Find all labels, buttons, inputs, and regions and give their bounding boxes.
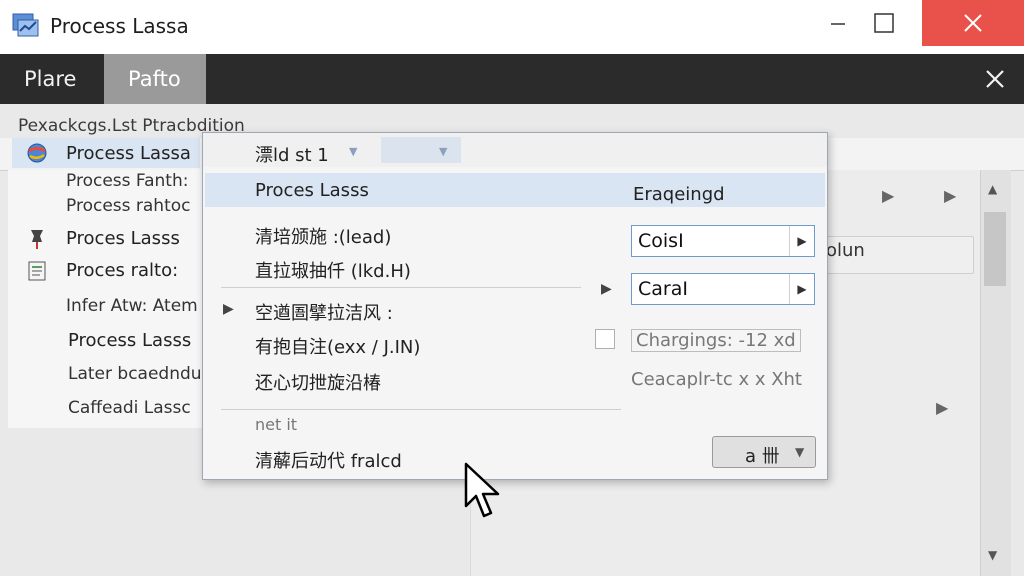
combo-field-value: CaraI — [638, 278, 688, 300]
menu-item[interactable]: 空遒圄擘拉洁风 : — [255, 299, 393, 325]
globe-icon — [27, 143, 47, 163]
right-arrow-icon[interactable]: ▶ — [936, 398, 948, 417]
tab-close-button[interactable] — [980, 64, 1010, 94]
menu-item[interactable]: 清培颁施 :(lead) — [255, 223, 391, 249]
menu-item[interactable]: 有抱自注(exx / J.IN) — [255, 333, 420, 359]
tab-bar: Plare Pafto — [0, 54, 1024, 104]
list-item[interactable]: Process Fanth: — [66, 171, 188, 191]
menu-item[interactable]: 还心切抴旋沿椿 — [255, 369, 381, 395]
tab-pafto[interactable]: Pafto — [104, 54, 206, 104]
close-icon — [986, 70, 1004, 88]
chevron-right-icon[interactable]: ▶ — [789, 274, 814, 304]
mouse-cursor-icon — [464, 462, 500, 518]
list-item[interactable]: Proces Lasss — [66, 228, 180, 249]
menu-header-label: 漂ld st 1 — [255, 145, 329, 166]
document-icon — [28, 261, 46, 281]
list-item[interactable]: Proces ralto: — [66, 260, 178, 281]
submenu-arrow-icon[interactable]: ▶ — [601, 281, 612, 297]
chevron-down-icon[interactable]: ▼ — [349, 145, 357, 158]
close-button[interactable] — [922, 0, 1024, 46]
chevron-down-icon[interactable]: ▼ — [439, 145, 447, 158]
minimize-icon — [831, 23, 845, 25]
menu-separator — [221, 409, 621, 410]
list-item[interactable]: Caffeadi Lassc — [68, 398, 191, 418]
chevron-right-icon[interactable]: ▶ — [789, 226, 814, 256]
menu-item[interactable]: Proces Lasss — [255, 180, 369, 201]
right-arrow-icon[interactable]: ▶ — [944, 186, 956, 205]
list-item[interactable]: Process Lasss — [68, 330, 191, 351]
submenu-arrow-icon[interactable]: ▶ — [223, 301, 234, 317]
scroll-down-icon[interactable]: ▼ — [988, 548, 997, 562]
pin-icon — [31, 230, 43, 249]
menu-item[interactable]: 直拉琡抽仟 (lkd.H) — [255, 257, 411, 283]
dropdown-label: a 卌 — [745, 446, 780, 467]
title-bar: Process Lassa — [0, 0, 1024, 55]
charge-label: Chargings: -12 xd — [631, 329, 801, 352]
context-menu: 漂ld st 1 ▼ ▼ Proces Lasss Eraqeingd 清培颁施… — [202, 132, 828, 480]
app-icon — [12, 13, 39, 37]
scroll-up-icon[interactable]: ▲ — [988, 182, 997, 196]
menu-note: Ceacaplr-tc x x Xht — [631, 369, 802, 390]
tab-plare[interactable]: Plare — [0, 54, 100, 104]
menu-separator — [221, 287, 581, 288]
list-item[interactable]: Later bcaedndu — [68, 364, 202, 384]
maximize-button[interactable] — [858, 0, 910, 46]
list-item[interactable]: Infer Atw: Atem — [66, 296, 198, 316]
right-arrow-icon[interactable]: ▶ — [882, 186, 894, 205]
minimize-button[interactable] — [812, 0, 864, 46]
dropdown-button[interactable]: a 卌 ▼ — [712, 436, 816, 468]
header-segment[interactable] — [381, 137, 461, 163]
maximize-icon — [874, 13, 894, 33]
close-icon — [964, 14, 982, 32]
chevron-down-icon: ▼ — [795, 445, 805, 459]
combo-field-value: CoisI — [638, 230, 684, 252]
combo-field-2[interactable]: CaraI ▶ — [631, 273, 815, 305]
combo-field-1[interactable]: CoisI ▶ — [631, 225, 815, 257]
list-item[interactable]: Process rahtoc — [66, 196, 191, 216]
menu-item[interactable]: 清薢后动代 fralcd — [255, 447, 402, 473]
list-item[interactable]: Process Lassa — [66, 143, 191, 164]
menu-right-title: Eraqeingd — [633, 184, 725, 205]
menu-item[interactable]: net it — [255, 415, 297, 434]
checkbox[interactable] — [595, 329, 615, 349]
window-title: Process Lassa — [50, 14, 189, 38]
scroll-thumb[interactable] — [984, 212, 1006, 286]
column-header-label: olun — [826, 240, 865, 261]
